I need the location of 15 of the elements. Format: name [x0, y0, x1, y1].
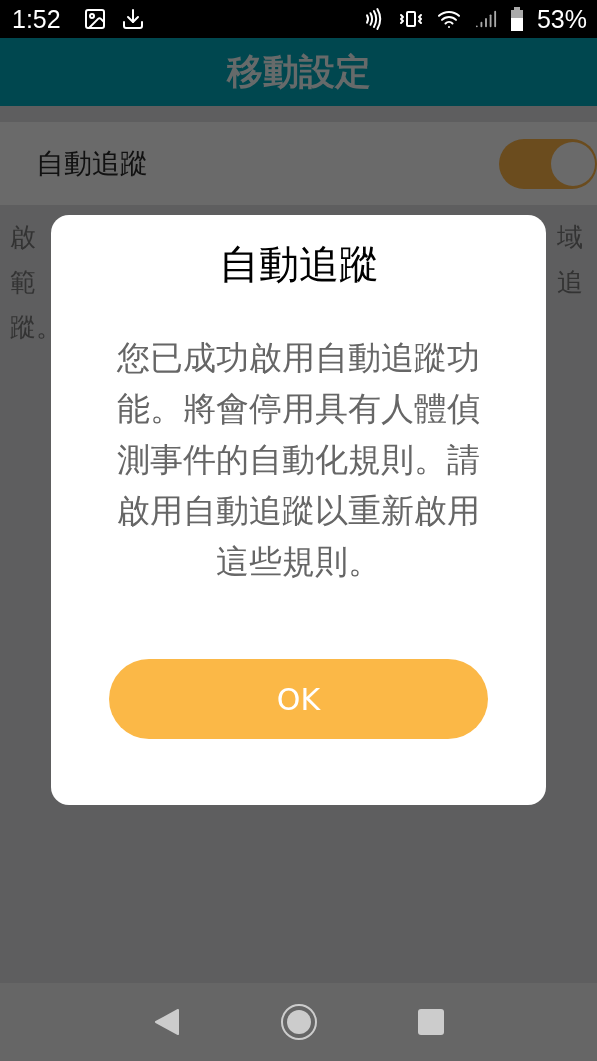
signal-icon [474, 8, 497, 30]
dialog-message: 您已成功啟用自動追蹤功能。將會停用具有人體偵測事件的自動化規則。請啟用自動追蹤以重新啟用這些規則。 [116, 337, 481, 583]
recents-icon[interactable] [417, 1009, 444, 1035]
status-time: 1:52 [12, 4, 61, 34]
image-icon [82, 7, 107, 31]
home-icon[interactable] [279, 1003, 318, 1041]
battery-icon [510, 7, 523, 31]
dialog-title: 自動追蹤 [218, 240, 379, 289]
download-icon [120, 7, 145, 31]
battery-percent: 53% [536, 4, 587, 34]
app-title: 移動設定 [226, 49, 371, 94]
toggle-switch[interactable] [499, 138, 597, 189]
back-icon[interactable] [153, 1008, 180, 1036]
setting-label: 自動追蹤 [36, 145, 148, 182]
ok-button[interactable]: OK [109, 659, 488, 739]
